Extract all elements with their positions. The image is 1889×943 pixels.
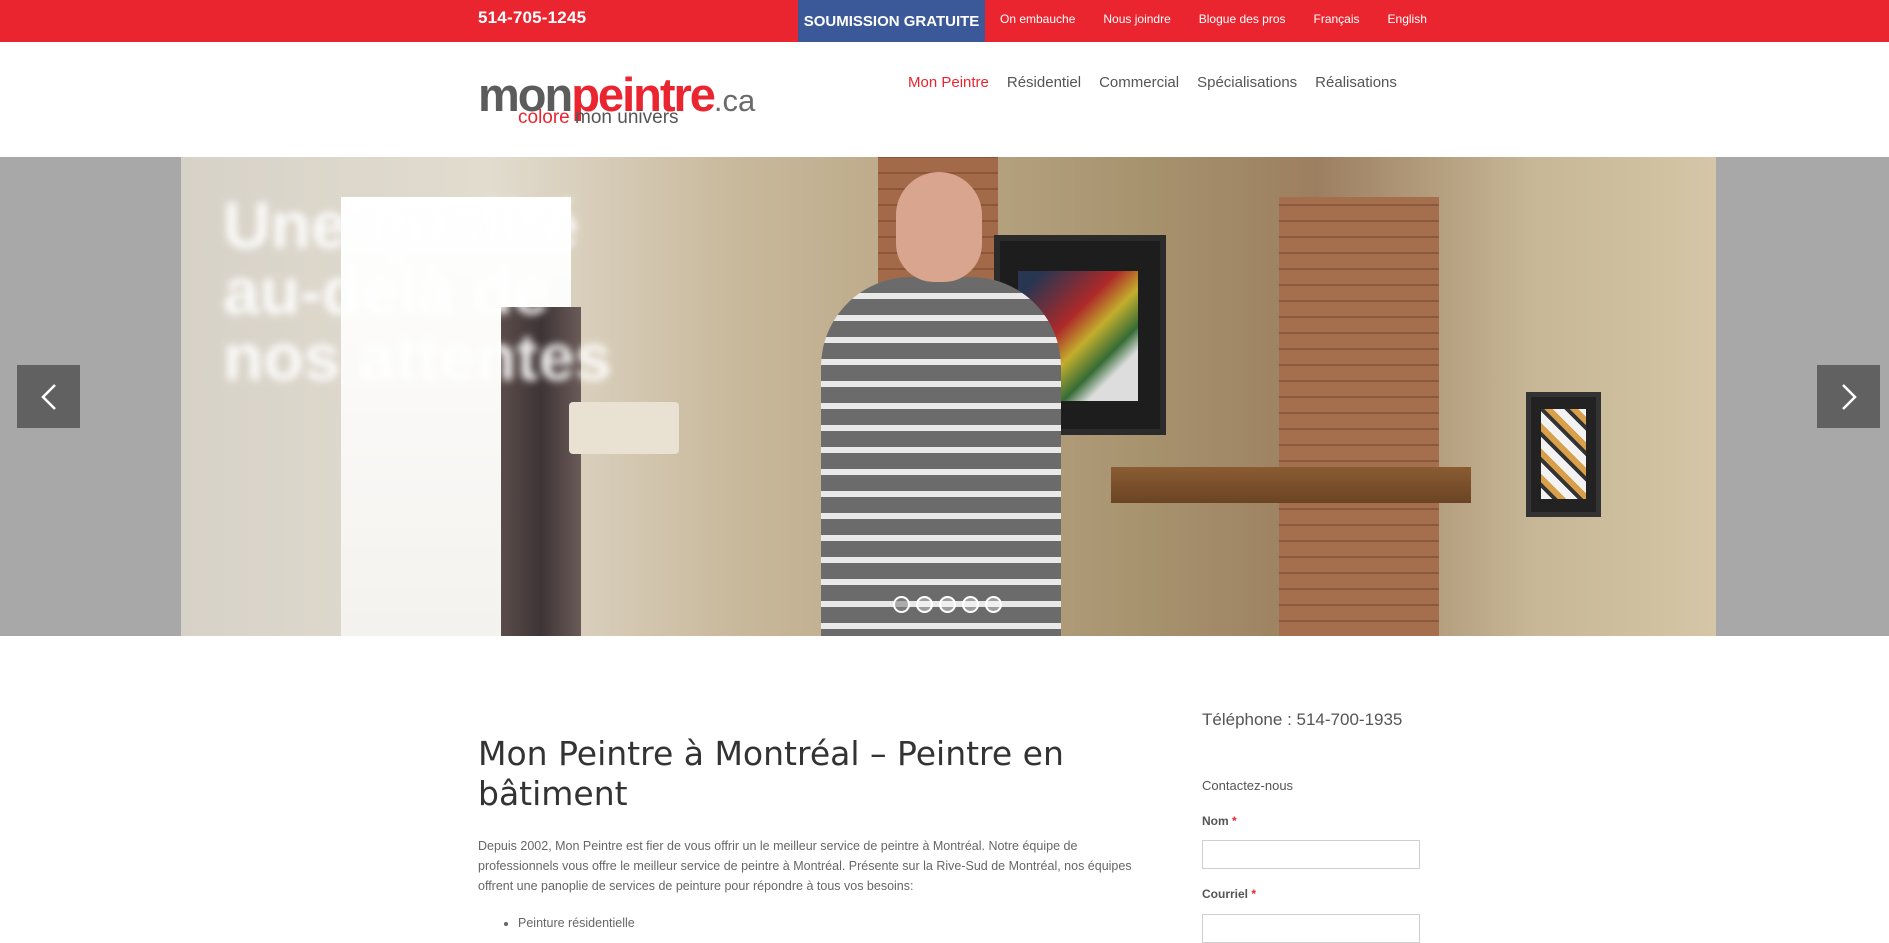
nav-item-realisations[interactable]: Réalisations [1315,74,1397,91]
top-link-careers[interactable]: On embauche [1000,12,1075,26]
slide-title: Une qualité au-delà de nos attentes [223,188,612,394]
sidebar-phone[interactable]: Téléphone : 514-700-1935 [1202,710,1402,730]
main-navigation: Mon Peintre Résidentiel Commercial Spéci… [908,74,1415,91]
nav-item-commercial[interactable]: Commercial [1099,74,1179,91]
services-list: Peinture résidentielle [500,916,635,930]
slide-person [821,277,1061,636]
top-link-contact[interactable]: Nous joindre [1103,12,1170,26]
slider-dot-2[interactable] [916,596,933,613]
slider-prev-button[interactable] [17,365,80,428]
intro-paragraph: Depuis 2002, Mon Peintre est fier de vou… [478,839,1132,893]
site-header: monpeintre.ca colore mon univers Mon Pei… [0,42,1889,157]
slider-dot-4[interactable] [962,596,979,613]
top-link-english[interactable]: English [1388,12,1427,26]
slider-dots [893,596,1008,613]
nav-item-residentiel[interactable]: Résidentiel [1007,74,1081,91]
nav-item-specialisations[interactable]: Spécialisations [1197,74,1297,91]
list-item: Peinture résidentielle [518,916,635,930]
slide-chimney-decor [1279,197,1439,636]
top-link-french[interactable]: Français [1314,12,1360,26]
main-content: Mon Peintre à Montréal – Peintre en bâti… [478,734,1138,814]
name-field-label: Nom * [1202,814,1237,828]
slider-dot-3[interactable] [939,596,956,613]
email-input[interactable] [1202,914,1420,943]
slide-small-painting-decor [1526,392,1601,517]
chevron-right-icon [1841,383,1857,410]
nav-item-mon-peintre[interactable]: Mon Peintre [908,74,989,91]
slider-next-button[interactable] [1817,365,1880,428]
email-field-label: Courriel * [1202,887,1257,901]
slide-mantel-decor [1111,467,1471,503]
page-title: Mon Peintre à Montréal – Peintre en bâti… [478,734,1064,813]
slide-person-head [896,172,982,282]
contact-form-title: Contactez-nous [1202,778,1294,793]
slide-lamp-decor [569,402,679,454]
free-quote-button[interactable]: SOUMISSION GRATUITE [798,0,985,42]
slider-dot-1[interactable] [893,596,910,613]
top-phone-number[interactable]: 514-705-1245 [478,8,586,28]
top-link-blog[interactable]: Blogue des pros [1199,12,1286,26]
top-links: On embauche Nous joindre Blogue des pros… [1000,0,1455,38]
logo-tagline: colore mon univers [518,107,679,128]
hero-slider: Une qualité au-delà de nos attentes [0,157,1889,636]
site-logo[interactable]: monpeintre.ca colore mon univers [478,69,788,129]
top-bar: 514-705-1245 SOUMISSION GRATUITE On emba… [0,0,1889,42]
slide-image: Une qualité au-delà de nos attentes [181,157,1716,636]
name-input[interactable] [1202,840,1420,869]
chevron-left-icon [40,383,56,410]
slider-dot-5[interactable] [985,596,1002,613]
